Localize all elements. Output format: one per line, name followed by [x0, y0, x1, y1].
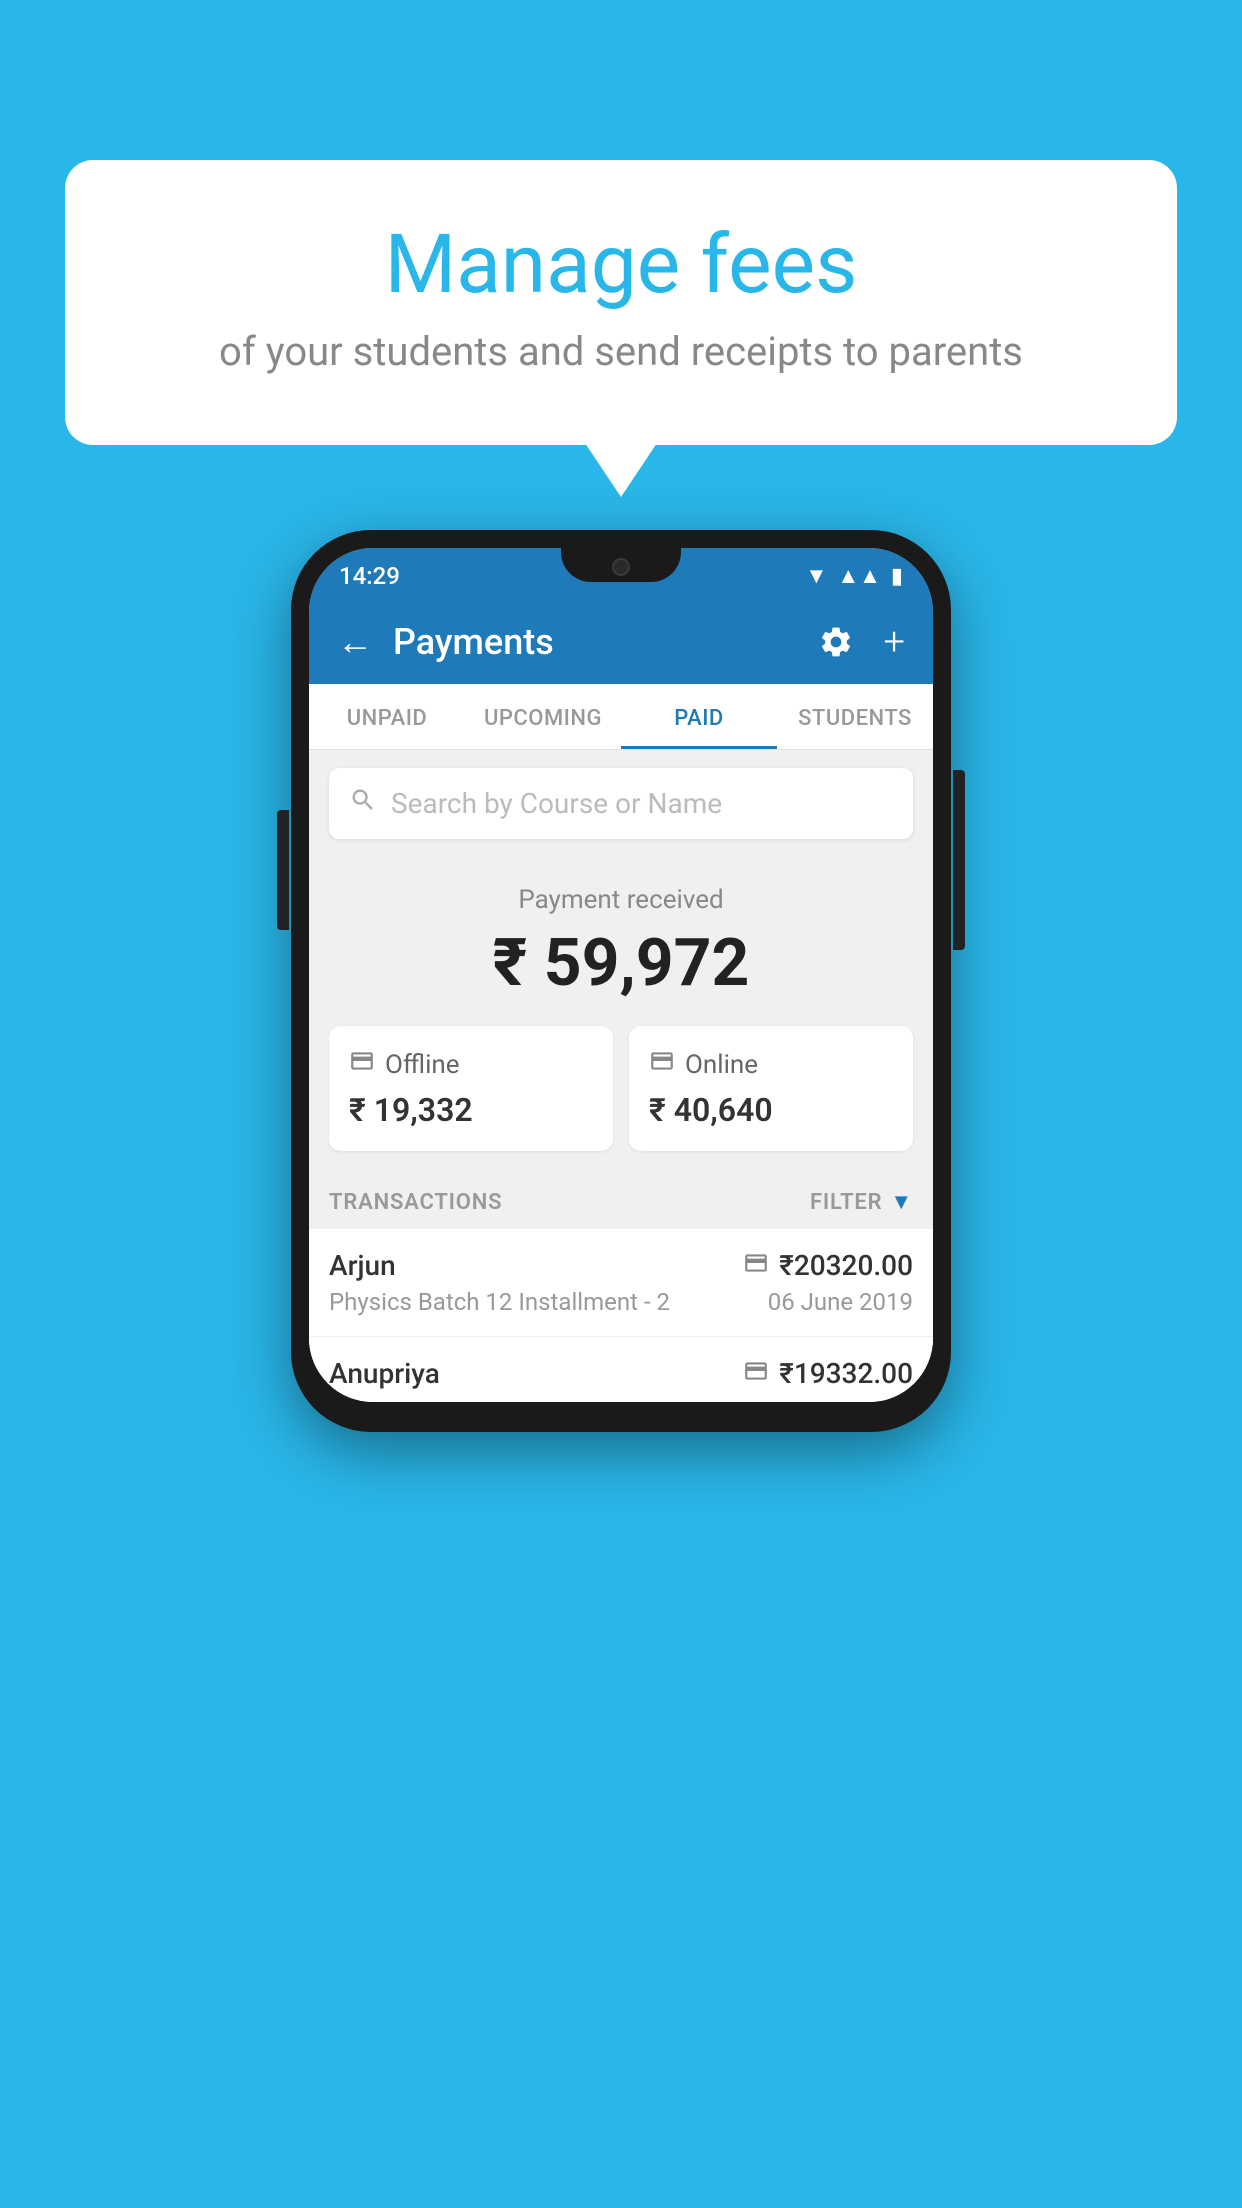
- transaction-date: 06 June 2019: [768, 1288, 913, 1316]
- bubble-subtitle: of your students and send receipts to pa…: [145, 328, 1097, 375]
- offline-icon: [349, 1048, 375, 1081]
- settings-icon[interactable]: [818, 624, 854, 660]
- filter-icon: ▼: [890, 1189, 913, 1215]
- battery-icon: ▮: [891, 564, 903, 589]
- transaction-sub-row: Physics Batch 12 Installment - 2 06 June…: [329, 1288, 913, 1316]
- transactions-list: Arjun ₹20320.00 Physics Batch 12 Install…: [309, 1229, 933, 1402]
- online-card-header: Online: [649, 1048, 893, 1081]
- offline-payment-icon: [743, 1358, 769, 1390]
- offline-card: Offline ₹ 19,332: [329, 1026, 613, 1151]
- transaction-amount: ₹19332.00: [779, 1357, 913, 1390]
- tab-students[interactable]: STUDENTS: [777, 684, 933, 749]
- phone-screen: 14:29 ▼ ▲▲ ▮ ← Payments + UNPAID UPCOMI: [309, 548, 933, 1402]
- transaction-course: Physics Batch 12 Installment - 2: [329, 1288, 670, 1316]
- transaction-amount-wrap: ₹20320.00: [743, 1249, 913, 1282]
- camera: [612, 558, 630, 576]
- transactions-header: TRANSACTIONS FILTER ▼: [309, 1171, 933, 1229]
- search-placeholder: Search by Course or Name: [391, 787, 722, 820]
- signal-icon: ▲▲: [837, 563, 881, 589]
- transaction-name: Arjun: [329, 1249, 396, 1282]
- search-bar[interactable]: Search by Course or Name: [329, 768, 913, 839]
- speech-bubble-container: Manage fees of your students and send re…: [65, 160, 1177, 445]
- speech-bubble: Manage fees of your students and send re…: [65, 160, 1177, 445]
- transaction-main-row: Arjun ₹20320.00: [329, 1249, 913, 1282]
- wifi-icon: ▼: [806, 563, 828, 589]
- transaction-name: Anupriya: [329, 1357, 440, 1390]
- search-icon: [349, 786, 377, 821]
- payment-cards: Offline ₹ 19,332 Online ₹ 40,640: [309, 1026, 933, 1171]
- table-row[interactable]: Anupriya ₹19332.00: [309, 1337, 933, 1402]
- payment-total-amount: ₹ 59,972: [329, 925, 913, 1002]
- offline-amount: ₹ 19,332: [349, 1091, 593, 1129]
- app-bar: ← Payments +: [309, 600, 933, 684]
- transaction-partial-main: Anupriya ₹19332.00: [329, 1357, 913, 1390]
- transactions-label: TRANSACTIONS: [329, 1190, 502, 1215]
- phone-container: 14:29 ▼ ▲▲ ▮ ← Payments + UNPAID UPCOMI: [291, 530, 951, 1432]
- tab-paid[interactable]: PAID: [621, 684, 777, 749]
- transaction-amount-wrap: ₹19332.00: [743, 1357, 913, 1390]
- status-time: 14:29: [339, 562, 400, 590]
- filter-text: FILTER: [810, 1190, 882, 1215]
- online-icon: [649, 1048, 675, 1081]
- app-bar-title: Payments: [393, 621, 798, 663]
- transaction-amount: ₹20320.00: [779, 1249, 913, 1282]
- payment-summary: Payment received ₹ 59,972: [309, 857, 933, 1026]
- tab-unpaid[interactable]: UNPAID: [309, 684, 465, 749]
- tab-upcoming[interactable]: UPCOMING: [465, 684, 621, 749]
- table-row[interactable]: Arjun ₹20320.00 Physics Batch 12 Install…: [309, 1229, 933, 1337]
- offline-card-header: Offline: [349, 1048, 593, 1081]
- online-label: Online: [685, 1050, 758, 1080]
- online-card: Online ₹ 40,640: [629, 1026, 913, 1151]
- offline-label: Offline: [385, 1050, 460, 1080]
- phone-frame: 14:29 ▼ ▲▲ ▮ ← Payments + UNPAID UPCOMI: [291, 530, 951, 1432]
- filter-button[interactable]: FILTER ▼: [810, 1189, 913, 1215]
- tabs: UNPAID UPCOMING PAID STUDENTS: [309, 684, 933, 750]
- card-payment-icon: [743, 1250, 769, 1282]
- status-icons: ▼ ▲▲ ▮: [806, 563, 903, 589]
- add-button[interactable]: +: [884, 620, 905, 664]
- phone-notch: [561, 548, 681, 582]
- payment-received-label: Payment received: [329, 885, 913, 915]
- online-amount: ₹ 40,640: [649, 1091, 893, 1129]
- back-button[interactable]: ←: [337, 621, 373, 663]
- bubble-title: Manage fees: [145, 220, 1097, 310]
